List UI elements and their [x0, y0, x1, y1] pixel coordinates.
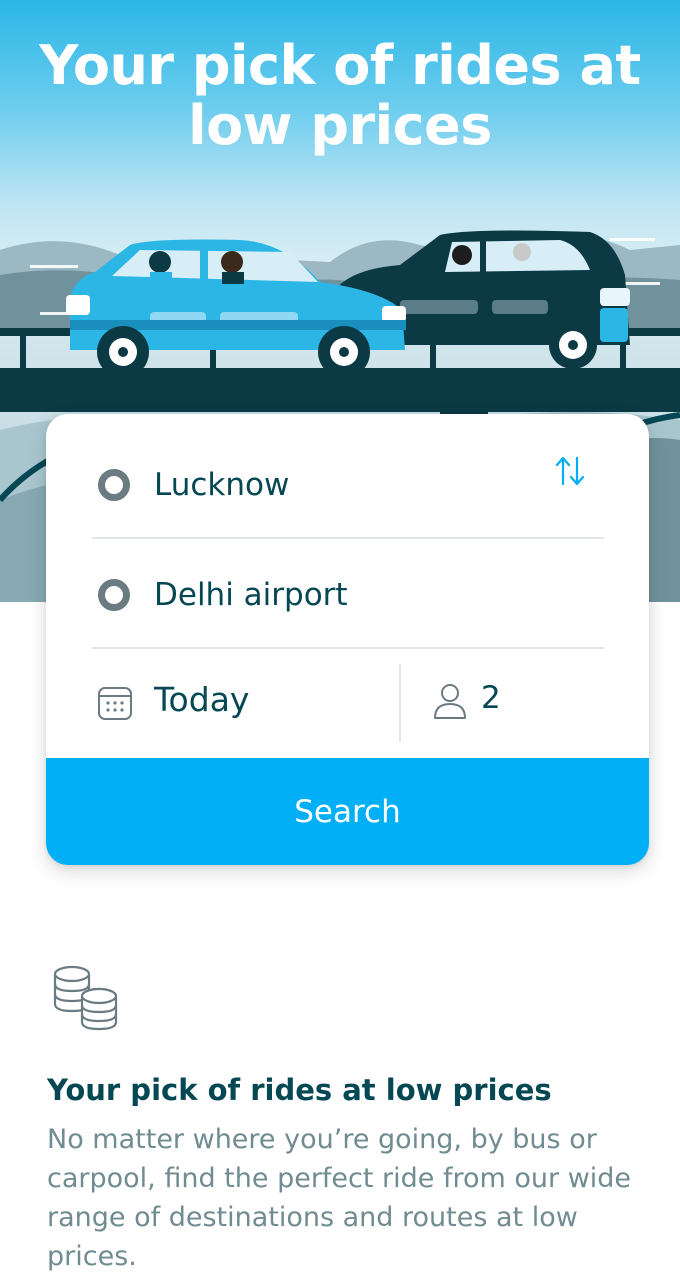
- swap-arrows-icon[interactable]: [554, 454, 586, 488]
- destination-circle-icon: [98, 579, 130, 611]
- to-field[interactable]: Delhi airport: [46, 540, 649, 650]
- search-button[interactable]: Search: [46, 758, 649, 865]
- person-icon: [434, 684, 466, 719]
- origin-circle-icon: [98, 469, 130, 501]
- divider: [92, 537, 604, 539]
- date-field[interactable]: Today: [46, 650, 399, 758]
- divider: [92, 647, 604, 649]
- coins-icon: [53, 965, 118, 1031]
- from-location: Lucknow: [154, 467, 290, 503]
- date-value: Today: [154, 680, 250, 719]
- date-passengers-row: Today 2: [46, 650, 649, 758]
- passengers-field[interactable]: 2: [401, 650, 649, 758]
- feature-title: Your pick of rides at low prices: [47, 1073, 552, 1107]
- calendar-icon: [98, 687, 132, 720]
- hero-title: Your pick of rides at low prices: [39, 34, 641, 157]
- search-card: Lucknow Delhi airport Today 2 Search: [46, 414, 649, 865]
- to-location: Delhi airport: [154, 577, 348, 613]
- passenger-count: 2: [481, 680, 501, 716]
- feature-description: No matter where you’re going, by bus or …: [47, 1124, 632, 1272]
